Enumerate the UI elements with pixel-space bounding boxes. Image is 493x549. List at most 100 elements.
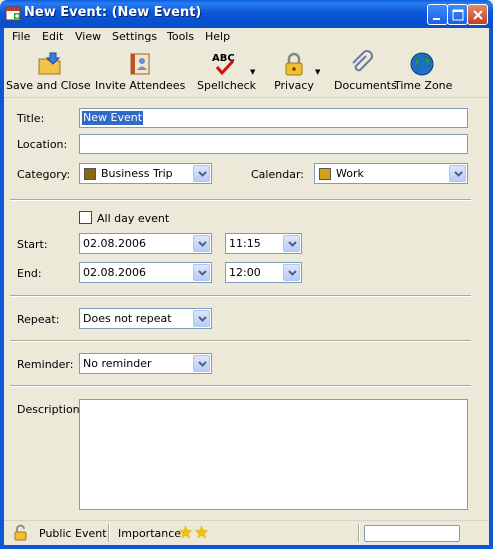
calendar-select-value: Work (336, 167, 364, 180)
chevron-down-icon (198, 241, 207, 247)
separator (10, 340, 471, 342)
chevron-down-icon (288, 270, 297, 276)
menu-help[interactable]: Help (205, 30, 230, 43)
end-date-select[interactable]: 02.08.2006 (79, 262, 212, 283)
end-date-value: 02.08.2006 (83, 266, 146, 279)
minimize-icon (433, 18, 440, 20)
status-bar: Public Event Importance: ★ ★ (4, 520, 489, 545)
menu-edit[interactable]: Edit (42, 30, 63, 43)
end-time-select[interactable]: 12:00 (225, 262, 302, 283)
title-field-value: New Event (82, 111, 144, 125)
end-label: End: (17, 267, 42, 280)
save-and-close-button[interactable]: Save and Close (6, 48, 91, 94)
category-select-value: Business Trip (101, 167, 173, 180)
menu-file[interactable]: File (12, 30, 30, 43)
chevron-down-icon (288, 241, 297, 247)
star-icon[interactable]: ★ (194, 523, 209, 543)
repeat-select[interactable]: Does not repeat (79, 308, 212, 329)
menu-settings[interactable]: Settings (112, 30, 157, 43)
start-date-select[interactable]: 02.08.2006 (79, 233, 212, 254)
calendar-label: Calendar: (251, 168, 304, 181)
start-time-value: 11:15 (229, 237, 261, 250)
window-border-right (489, 28, 493, 549)
spellcheck-dropdown-icon[interactable]: ▼ (250, 68, 255, 76)
menu-tools[interactable]: Tools (167, 30, 194, 43)
importance-label: Importance: (118, 527, 185, 540)
category-color-swatch (84, 168, 96, 180)
paperclip-icon (352, 50, 373, 72)
documents-button[interactable]: Documents (334, 48, 397, 94)
menu-view[interactable]: View (75, 30, 101, 43)
spellcheck-icon: ABC (212, 53, 235, 76)
close-button[interactable] (467, 4, 488, 25)
all-day-label: All day event (97, 212, 170, 225)
start-date-dropdown-button[interactable] (193, 235, 210, 252)
location-field[interactable] (79, 134, 468, 154)
chevron-down-icon (454, 171, 463, 177)
chevron-down-icon (198, 361, 207, 367)
category-dropdown-button[interactable] (193, 165, 210, 182)
close-icon (473, 10, 483, 20)
end-time-dropdown-button[interactable] (283, 264, 300, 281)
time-zone-button[interactable]: Time Zone (394, 48, 453, 94)
invite-attendees-button[interactable]: Invite Attendees (95, 48, 185, 94)
event-form: Title: New Event Location: Category: Bus… (4, 99, 489, 519)
documents-label: Documents (334, 79, 397, 92)
menu-bar: File Edit View Settings Tools Help (4, 28, 489, 46)
calendar-select[interactable]: Work (314, 163, 468, 184)
repeat-select-value: Does not repeat (83, 312, 172, 325)
save-folder-icon (38, 52, 61, 75)
start-time-select[interactable]: 11:15 (225, 233, 302, 254)
privacy-button[interactable]: Privacy (272, 48, 316, 94)
separator (10, 199, 471, 201)
location-label: Location: (17, 138, 68, 151)
globe-icon (410, 52, 434, 76)
end-time-value: 12:00 (229, 266, 261, 279)
status-progress-box (364, 525, 460, 542)
category-label: Category: (17, 168, 71, 181)
spellcheck-label: Spellcheck (197, 79, 257, 92)
reminder-select[interactable]: No reminder (79, 353, 212, 374)
chevron-down-icon (198, 316, 207, 322)
lock-icon (285, 52, 303, 76)
title-label: Title: (17, 112, 45, 125)
separator (10, 295, 471, 297)
invite-attendees-label: Invite Attendees (95, 79, 186, 92)
start-label: Start: (17, 238, 48, 251)
maximize-icon (452, 9, 464, 21)
chevron-down-icon (198, 270, 207, 276)
privacy-label: Privacy (274, 79, 314, 92)
all-day-checkbox[interactable] (79, 211, 92, 224)
title-field[interactable]: New Event (79, 108, 468, 128)
description-field[interactable] (79, 399, 468, 510)
privacy-status: Public Event (39, 527, 107, 540)
time-zone-label: Time Zone (394, 79, 453, 92)
status-separator (358, 524, 360, 542)
save-and-close-label: Save and Close (6, 79, 91, 92)
title-bar[interactable]: New Event: (New Event) (0, 0, 493, 28)
end-date-dropdown-button[interactable] (193, 264, 210, 281)
star-icon[interactable]: ★ (178, 523, 193, 543)
calendar-color-swatch (319, 168, 331, 180)
toolbar: Save and Close Invite Attendees ABC Spel… (4, 46, 489, 98)
address-book-icon (130, 53, 150, 75)
calendar-dropdown-button[interactable] (449, 165, 466, 182)
privacy-dropdown-icon[interactable]: ▼ (315, 68, 320, 76)
window-border-bottom (0, 545, 493, 549)
separator (10, 385, 471, 387)
start-date-value: 02.08.2006 (83, 237, 146, 250)
start-time-dropdown-button[interactable] (283, 235, 300, 252)
reminder-select-value: No reminder (83, 357, 152, 370)
reminder-dropdown-button[interactable] (193, 355, 210, 372)
repeat-label: Repeat: (17, 313, 60, 326)
minimize-button[interactable] (427, 4, 448, 25)
repeat-dropdown-button[interactable] (193, 310, 210, 327)
chevron-down-icon (198, 171, 207, 177)
window-title: New Event: (New Event) (24, 5, 202, 20)
spellcheck-button[interactable]: ABC Spellcheck (197, 48, 257, 94)
maximize-button[interactable] (447, 4, 468, 25)
description-label: Description: (17, 403, 84, 416)
category-select[interactable]: Business Trip (79, 163, 212, 184)
calendar-app-icon (5, 6, 21, 21)
unlocked-padlock-icon (14, 524, 27, 541)
